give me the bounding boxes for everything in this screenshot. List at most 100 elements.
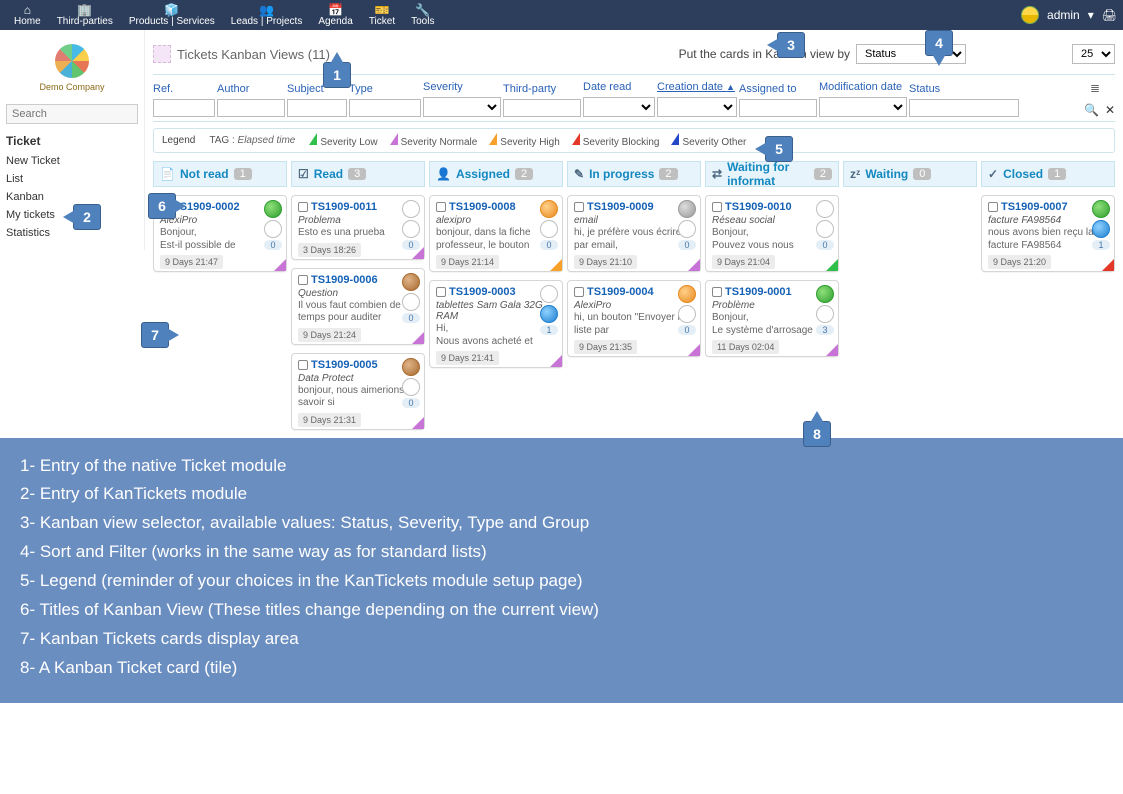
card-ref[interactable]: TS1909-0009 — [587, 201, 654, 213]
kanban-card[interactable]: TS1909-0004AlexiProhi, un bouton "Envoye… — [567, 280, 701, 357]
kanban-column-header[interactable]: ✓Closed1 — [981, 161, 1115, 187]
card-badge-icon — [402, 358, 420, 376]
topbar-user[interactable]: admin ▾ 🖨 — [1021, 0, 1117, 30]
card-badge-icon — [1092, 220, 1110, 238]
dropdown-icon[interactable]: ▾ — [1088, 8, 1094, 22]
severity-corner-icon — [1102, 259, 1114, 271]
kanban-card[interactable]: TS1909-0007facture FA98564nous avons bie… — [981, 195, 1115, 272]
card-ref[interactable]: TS1909-0004 — [587, 286, 654, 298]
filter-label-status[interactable]: Status — [909, 83, 1019, 95]
column-count: 3 — [348, 168, 366, 180]
kanban-column-header[interactable]: ⇄Waiting for informat2 — [705, 161, 839, 187]
column-count: 2 — [515, 168, 533, 180]
card-ref[interactable]: TS1909-0011 — [311, 201, 377, 213]
filter-input[interactable] — [153, 99, 215, 117]
card-ref[interactable]: TS1909-0007 — [1001, 201, 1068, 213]
severity-corner-icon — [412, 417, 424, 429]
sidebar-item-kanban[interactable]: Kanban — [6, 188, 138, 206]
card-ref[interactable]: TS1909-0001 — [725, 286, 792, 298]
filter-input[interactable] — [349, 99, 421, 117]
severity-corner-icon — [550, 355, 562, 367]
kanban-card[interactable]: TS1909-0010Réseau socialBonjour,Pouvez v… — [705, 195, 839, 272]
card-elapsed-tag: 9 Days 21:04 — [712, 255, 775, 269]
card-type-icon — [436, 202, 446, 212]
filter-input[interactable] — [657, 97, 737, 117]
severity-swatch-icon — [572, 133, 580, 145]
filter-label-author[interactable]: Author — [217, 83, 285, 95]
filter-label-assigned-to[interactable]: Assigned to — [739, 83, 817, 95]
filter-input[interactable] — [739, 99, 817, 117]
kanban-card[interactable]: TS1909-0001ProblèmeBonjour,Le système d'… — [705, 280, 839, 357]
filter-input[interactable] — [583, 97, 655, 117]
topmenu-agenda[interactable]: 📅Agenda — [310, 0, 360, 30]
clear-icon[interactable]: ✕ — [1105, 103, 1115, 117]
topmenu-leads-projects[interactable]: 👥Leads | Projects — [223, 0, 311, 30]
filter-input[interactable] — [819, 97, 907, 117]
filter-input[interactable] — [287, 99, 347, 117]
kanban-column-header[interactable]: 👤Assigned2 — [429, 161, 563, 187]
search-icon[interactable]: 🔍 — [1084, 103, 1099, 117]
products | services-icon: 🧊 — [164, 4, 179, 16]
card-type-icon — [298, 275, 308, 285]
topmenu-third-parties[interactable]: 🏢Third-parties — [49, 0, 121, 30]
sidebar-item-list[interactable]: List — [6, 170, 138, 188]
filter-input[interactable] — [217, 99, 285, 117]
filter-label-type[interactable]: Type — [349, 83, 421, 95]
filter-input[interactable] — [423, 97, 501, 117]
kanban-card[interactable]: TS1909-0003tablettes Sam Gala 32G RAMHi,… — [429, 280, 563, 368]
legend-line: 3- Kanban view selector, available value… — [20, 509, 1103, 538]
topmenu-products-services[interactable]: 🧊Products | Services — [121, 0, 223, 30]
kanban-card[interactable]: TS1909-0005Data Protectbonjour, nous aim… — [291, 353, 425, 430]
kanban-card[interactable]: TS1909-0006QuestionIl vous faut combien … — [291, 268, 425, 345]
pagesize-select[interactable]: 25 — [1072, 44, 1115, 64]
card-message: hi, un bouton "Envoyer la liste par — [574, 312, 694, 337]
kanban-column-header[interactable]: ☑Read3 — [291, 161, 425, 187]
card-badge-icon — [540, 220, 558, 238]
logo: Demo Company — [6, 44, 138, 92]
card-message: Bonjour,Le système d'arrosage — [712, 312, 832, 337]
filter-label-ref-[interactable]: Ref. — [153, 83, 215, 95]
card-badge-icon — [402, 200, 420, 218]
card-subject: Question — [298, 288, 418, 299]
filter-label-third-party[interactable]: Third-party — [503, 83, 581, 95]
filter-input[interactable] — [503, 99, 581, 117]
card-badge-icon — [264, 220, 282, 238]
kanban-column-header[interactable]: ✎In progress2 — [567, 161, 701, 187]
card-ref[interactable]: TS1909-0005 — [311, 359, 378, 371]
callout-4: 4 — [925, 30, 953, 56]
card-badge-icon — [402, 273, 420, 291]
filter-label-modification-date[interactable]: Modification date — [819, 81, 907, 93]
filter-label-severity[interactable]: Severity — [423, 81, 501, 93]
callout-8: 8 — [803, 421, 831, 447]
search-input[interactable] — [6, 104, 138, 124]
card-badge-icon — [402, 220, 420, 238]
card-subject: facture FA98564 — [988, 215, 1108, 226]
filter-label-date-read[interactable]: Date read — [583, 81, 655, 93]
card-count: 0 — [264, 240, 281, 250]
card-elapsed-tag: 9 Days 21:24 — [298, 328, 361, 342]
column-status-icon: ⇄ — [712, 167, 722, 181]
card-count: 1 — [1092, 240, 1109, 250]
list-icon[interactable]: ≣ — [1090, 81, 1115, 95]
filter-row: Ref.AuthorSubjectTypeSeverityThird-party… — [153, 74, 1115, 122]
topmenu-tools[interactable]: 🔧Tools — [403, 0, 442, 30]
kanban-column-header[interactable]: zᶻWaiting0 — [843, 161, 977, 187]
filter-label-creation-date[interactable]: Creation date ▲ — [657, 81, 737, 93]
print-icon[interactable]: 🖨 — [1102, 8, 1117, 22]
kanban-column-header[interactable]: 📄Not read1 — [153, 161, 287, 187]
sidebar-item-statistics[interactable]: Statistics — [6, 224, 138, 242]
card-badge-icon — [678, 200, 696, 218]
kanban-card[interactable]: TS1909-0009emailhi, je préfère vous écri… — [567, 195, 701, 272]
sidebar-item-new-ticket[interactable]: New Ticket — [6, 152, 138, 170]
card-ref[interactable]: TS1909-0008 — [449, 201, 516, 213]
filter-input[interactable] — [909, 99, 1019, 117]
card-ref[interactable]: TS1909-0010 — [725, 201, 792, 213]
card-ref[interactable]: TS1909-0003 — [449, 286, 516, 298]
card-ref[interactable]: TS1909-0006 — [311, 274, 378, 286]
kanban-card[interactable]: TS1909-0011ProblemaEsto es una prueba3 D… — [291, 195, 425, 260]
column-status-icon: zᶻ — [850, 167, 860, 181]
kanban-card[interactable]: TS1909-0008alexiprobonjour, dans la fich… — [429, 195, 563, 272]
topmenu-home[interactable]: ⌂Home — [6, 0, 49, 30]
card-message: bonjour, dans la fiche professeur, le bo… — [436, 227, 556, 252]
topmenu-ticket[interactable]: 🎫Ticket — [361, 0, 403, 30]
